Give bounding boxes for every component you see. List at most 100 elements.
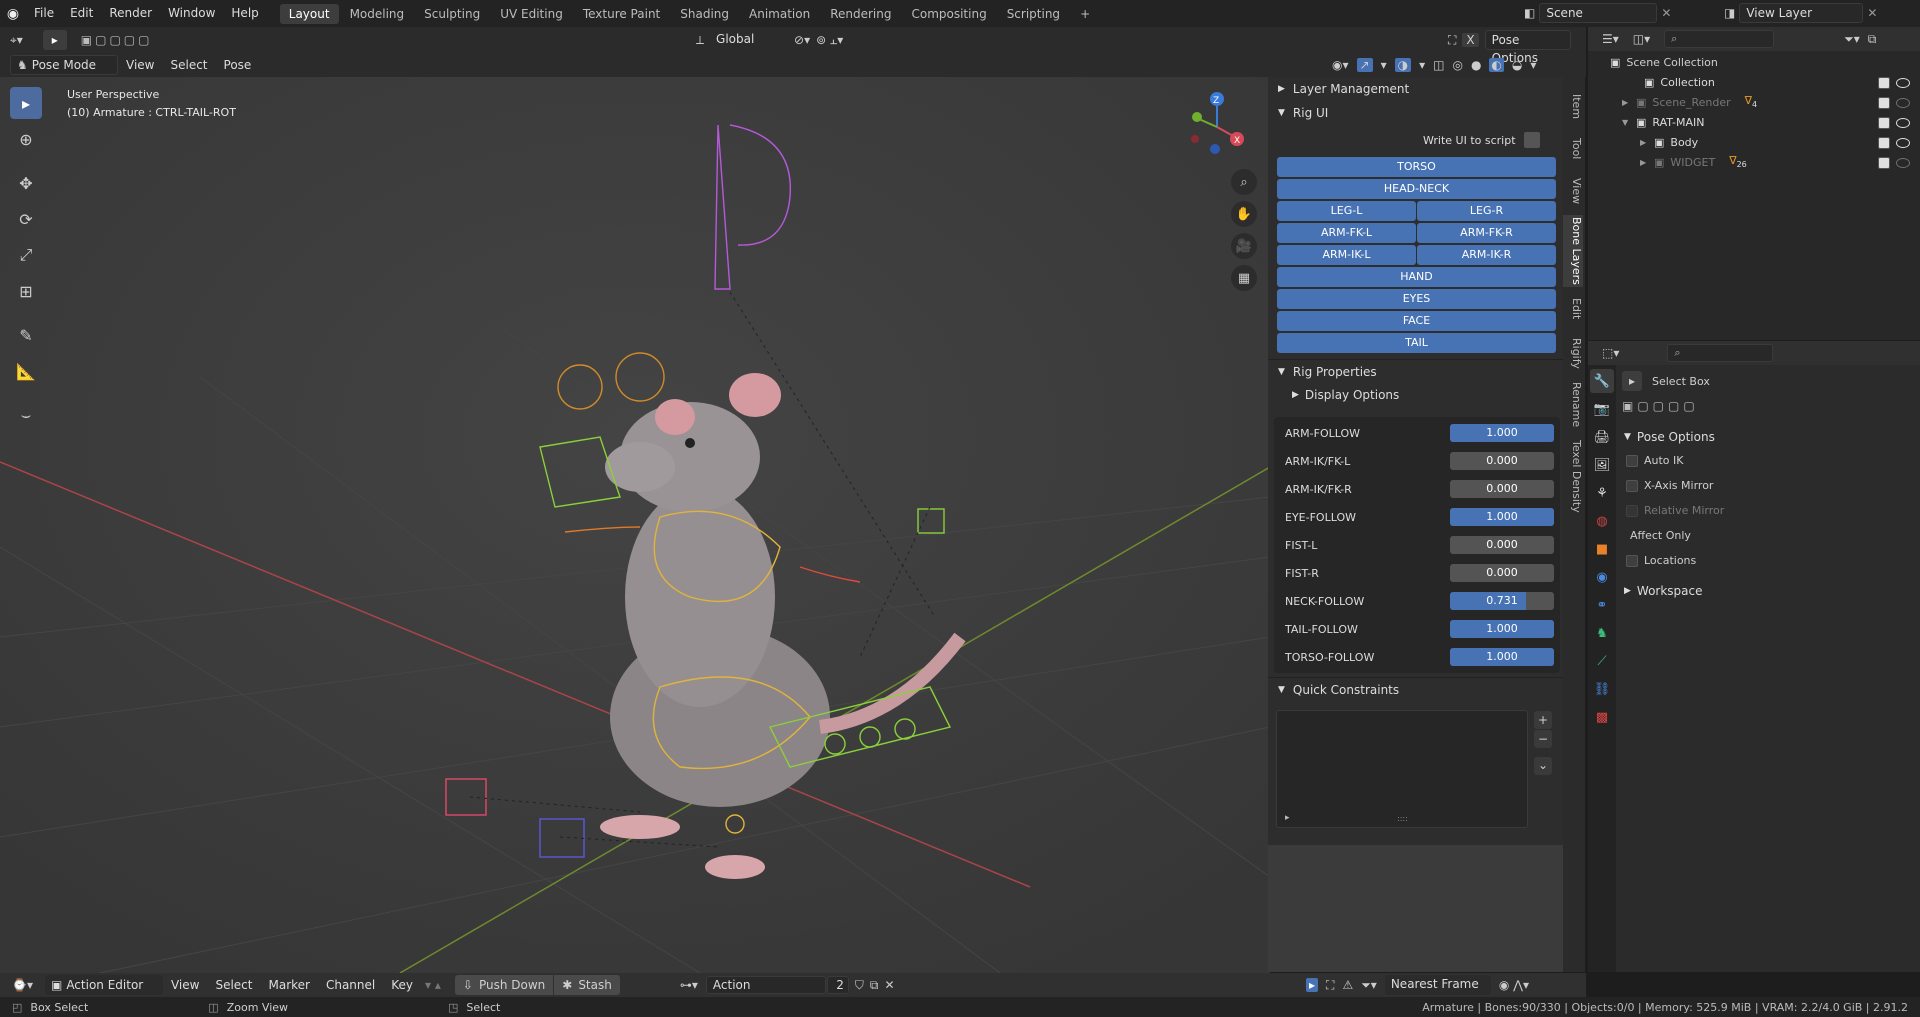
sidebar-tab-texel-density[interactable]: Texel Density — [1563, 435, 1583, 517]
physics-tab-icon[interactable]: ◉ — [1590, 565, 1614, 589]
sidebar-tab-rename[interactable]: Rename — [1563, 379, 1583, 431]
viewport-menu-select[interactable]: Select — [162, 53, 215, 77]
action-name-field[interactable]: Action — [705, 976, 826, 994]
expanded-arrow-icon[interactable]: ▼ — [1622, 113, 1634, 133]
viewport-menu-pose[interactable]: Pose — [216, 53, 260, 77]
snap-icon[interactable]: ⊚ ⫠▾ — [816, 33, 843, 48]
xray-icon[interactable]: ◫ — [1433, 58, 1444, 72]
display-options-header[interactable]: ▶ Display Options — [1268, 383, 1399, 407]
timeline-menu-marker[interactable]: Marker — [260, 973, 317, 997]
sidebar-tab-item[interactable]: Item — [1563, 87, 1583, 127]
selection-mode-icons[interactable]: ▣▢▢▢▢ — [81, 33, 153, 47]
rig-property-slider[interactable]: 1.000 — [1450, 508, 1554, 526]
select-tool-icon[interactable]: ▸ — [42, 30, 67, 50]
rig-property-slider[interactable]: 1.000 — [1450, 620, 1554, 638]
eye-icon[interactable] — [1896, 98, 1910, 108]
rig-btn-tail[interactable]: TAIL — [1277, 333, 1556, 353]
selection-mode-icons[interactable]: ▣▢▢▢▢ — [1622, 399, 1699, 413]
x-axis-mirror-box[interactable] — [1626, 479, 1638, 492]
menu-help[interactable]: Help — [223, 0, 266, 27]
timeline-menu-view[interactable]: View — [163, 973, 207, 997]
display-mode-icon[interactable]: ◫▾ — [1633, 32, 1650, 46]
exclude-checkbox[interactable] — [1878, 117, 1890, 129]
outliner-editor-icon[interactable]: ☰▾ — [1602, 32, 1619, 46]
tab-rendering[interactable]: Rendering — [821, 4, 900, 24]
relative-mirror-checkbox[interactable]: Relative Mirror — [1626, 504, 1724, 517]
timeline-menu-select[interactable]: Select — [207, 973, 260, 997]
workspace-header[interactable]: ▶ Workspace — [1618, 579, 1703, 603]
eye-icon[interactable] — [1896, 158, 1910, 168]
editor-type-icon[interactable]: ⌖▾ — [10, 33, 23, 48]
scene-field[interactable]: Scene — [1539, 3, 1658, 23]
layer-arrows-icon[interactable]: ▾ ▴ — [425, 978, 441, 992]
tab-shading[interactable]: Shading — [671, 4, 738, 24]
rig-properties-header[interactable]: ▼ Rig Properties — [1268, 359, 1564, 383]
tab-compositing[interactable]: Compositing — [902, 4, 995, 24]
rig-btn-head-neck[interactable]: HEAD-NECK — [1277, 179, 1556, 199]
visibility-icon[interactable]: ◉▾ — [1332, 58, 1349, 72]
rig-btn-torso[interactable]: TORSO — [1277, 157, 1556, 177]
rotate-tool-icon[interactable]: ⟳ — [10, 203, 42, 235]
pose-options-dropdown[interactable]: Pose Options — [1484, 30, 1571, 65]
properties-editor-icon[interactable]: ⬚▾ — [1602, 346, 1619, 360]
overlay-dropdown-icon[interactable]: ▾ — [1419, 58, 1425, 72]
menu-window[interactable]: Window — [160, 0, 223, 27]
outliner-row[interactable]: ▶ ▣ WIDGET ∇26 — [1588, 153, 1920, 173]
eye-icon[interactable] — [1896, 118, 1910, 128]
transform-orientation-select[interactable]: Global — [710, 30, 789, 50]
tab-layout[interactable]: Layout — [279, 3, 339, 24]
list-expand-icon[interactable]: ▸ — [1285, 813, 1290, 823]
rig-property-slider[interactable]: 1.000 — [1450, 424, 1554, 442]
output-tab-icon[interactable]: 🖨 — [1590, 425, 1614, 449]
world-tab-icon[interactable]: ◍ — [1590, 509, 1614, 533]
pan-hand-icon[interactable]: ✋ — [1231, 201, 1257, 227]
exclude-checkbox[interactable] — [1878, 137, 1890, 149]
filters-icon[interactable]: ⏷▾ — [1361, 978, 1377, 993]
outliner-row[interactable]: ▶ ▣ Scene_Render ∇4 — [1588, 93, 1920, 113]
bone-size-tool-icon[interactable]: ⌣ — [10, 399, 42, 431]
close-x-button[interactable]: X — [1462, 33, 1479, 47]
x-axis-mirror-checkbox[interactable]: X-Axis Mirror — [1626, 479, 1713, 492]
locations-box[interactable] — [1626, 554, 1638, 567]
only-selected-icon[interactable]: ▸ — [1306, 978, 1319, 992]
action-users-count[interactable]: 2 — [826, 976, 849, 994]
locations-checkbox[interactable]: Locations — [1626, 554, 1696, 567]
select-box-tool-icon[interactable]: ▸ — [1622, 371, 1642, 391]
rig-btn-arm-fk-l[interactable]: ARM-FK-L — [1277, 223, 1416, 243]
rig-property-slider[interactable]: 0.000 — [1450, 564, 1554, 582]
mode-select[interactable]: ♞ Pose Mode — [10, 55, 118, 75]
proportional-edit-icon[interactable]: ◉ ⋀▾ — [1499, 978, 1529, 992]
eye-icon[interactable] — [1896, 78, 1910, 88]
rig-property-slider[interactable]: 0.731 — [1450, 592, 1554, 610]
write-ui-row[interactable]: Write UI to script — [1423, 132, 1540, 148]
constraints-tab-icon[interactable]: ⚭ — [1590, 593, 1614, 617]
gizmo-toggle-icon[interactable]: ↗ — [1356, 58, 1373, 72]
rig-btn-arm-fk-r[interactable]: ARM-FK-R — [1417, 223, 1556, 243]
relative-mirror-box[interactable] — [1626, 504, 1638, 517]
sidebar-tab-tool[interactable]: Tool — [1563, 131, 1583, 167]
script-icon[interactable] — [1523, 132, 1540, 148]
push-down-button[interactable]: ⇩ Push Down — [454, 975, 554, 995]
sidebar-tab-view[interactable]: View — [1563, 171, 1583, 211]
rig-property-slider[interactable]: 1.000 — [1450, 648, 1554, 666]
rig-btn-hand[interactable]: HAND — [1277, 267, 1556, 287]
tab-modeling[interactable]: Modeling — [341, 4, 414, 24]
collapsed-arrow-icon[interactable]: ▶ — [1640, 153, 1652, 173]
annotate-tool-icon[interactable]: ✎ — [10, 319, 42, 351]
rig-btn-face[interactable]: FACE — [1277, 311, 1556, 331]
tab-animation[interactable]: Animation — [740, 4, 819, 24]
scale-tool-icon[interactable]: ⤢ — [10, 239, 42, 271]
cursor-tool-icon[interactable]: ⊕ — [10, 123, 42, 155]
properties-search-input[interactable]: ⌕ — [1667, 344, 1774, 362]
exclude-checkbox[interactable] — [1878, 97, 1890, 109]
ortho-grid-icon[interactable]: ▦ — [1231, 265, 1257, 291]
select-box-tool-icon[interactable]: ▸ — [10, 87, 42, 119]
material-shading-icon[interactable]: ◐ — [1489, 58, 1504, 72]
layer-management-header[interactable]: ▶ Layer Management — [1268, 77, 1564, 101]
sidebar-tab-rigify[interactable]: Rigify — [1563, 331, 1583, 375]
tool-tab-icon[interactable]: 🔧 — [1590, 369, 1614, 393]
camera-view-icon[interactable]: 🎥 — [1231, 233, 1257, 259]
editor-type-icon[interactable]: ⌚▾ — [12, 978, 33, 992]
new-collection-icon[interactable]: ⧉ — [1868, 32, 1877, 47]
quick-constraints-header[interactable]: ▼ Quick Constraints — [1268, 677, 1564, 701]
